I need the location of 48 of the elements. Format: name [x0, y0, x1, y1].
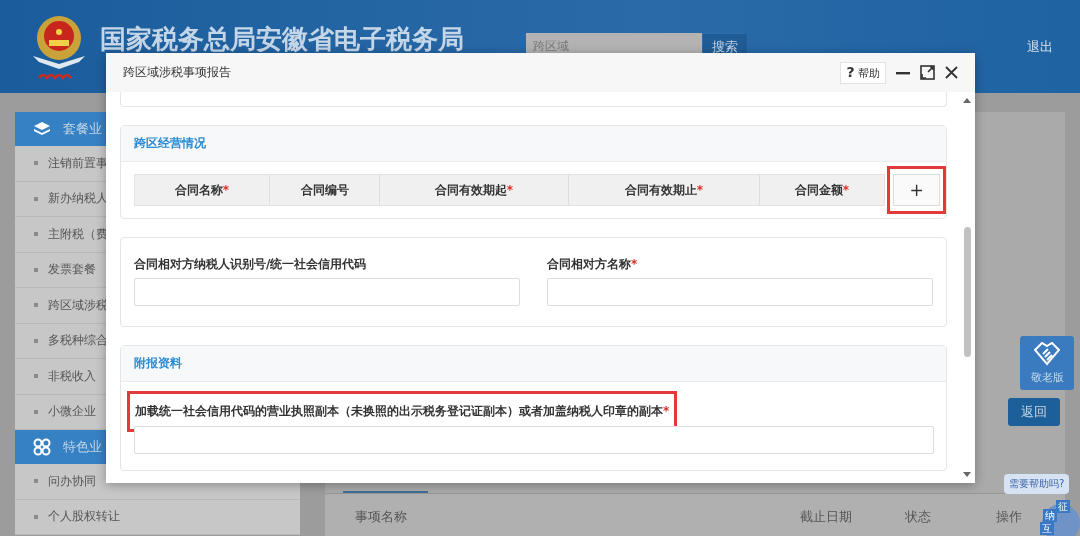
- sidebar-item[interactable]: 个人股权转让: [15, 499, 300, 535]
- handshake-icon: [1034, 341, 1060, 366]
- field-label: 合同相对方名称*: [547, 256, 639, 272]
- column-header: 合同名称*: [135, 175, 270, 205]
- assistant-badge: 纳: [1043, 509, 1057, 522]
- logout-link[interactable]: 退出: [1027, 37, 1053, 56]
- input-field[interactable]: [134, 426, 934, 454]
- site-title: 国家税务总局安徽省电子税务局: [100, 23, 464, 56]
- bullet-icon: [34, 232, 38, 237]
- column-header: 合同有效期止*: [569, 175, 760, 205]
- group-title: 套餐业: [63, 120, 102, 138]
- group-title: 特色业: [63, 438, 102, 456]
- bullet-icon: [34, 161, 38, 166]
- bullet-icon: [34, 303, 38, 308]
- column-header: 事项名称: [355, 508, 407, 526]
- add-button[interactable]: +: [893, 174, 940, 206]
- bullet-icon: [34, 374, 38, 379]
- field-label: 合同相对方纳税人识别号/统一社会信用代码: [134, 256, 368, 272]
- help-button[interactable]: ? 帮助: [840, 61, 886, 84]
- column-header: 操作: [996, 508, 1022, 526]
- column-header: 合同有效期起*: [380, 175, 569, 205]
- scroll-thumb[interactable]: [963, 227, 971, 357]
- section-title: 附报资料: [134, 355, 182, 372]
- column-header: 合同金额*: [793, 181, 851, 199]
- bullet-icon: [34, 479, 38, 484]
- bullet-icon: [34, 267, 38, 272]
- help-bubble[interactable]: 需要帮助吗?: [1004, 474, 1070, 494]
- elder-mode-button[interactable]: 敬老版: [1020, 336, 1074, 390]
- clover-icon: [33, 438, 51, 456]
- close-icon[interactable]: [945, 66, 958, 79]
- maximize-icon[interactable]: [920, 65, 935, 80]
- column-header: 截止日期: [800, 508, 852, 526]
- dialog-title: 跨区域涉税事项报告: [123, 64, 231, 81]
- section-title: 跨区经营情况: [134, 135, 206, 152]
- scroll-down-icon[interactable]: [963, 472, 971, 477]
- column-header: 状态: [905, 508, 931, 526]
- assistant-badge: 征: [1056, 500, 1070, 513]
- bullet-icon: [34, 409, 38, 414]
- assistant-badge: 互: [1040, 522, 1054, 535]
- input-field[interactable]: [547, 278, 933, 306]
- back-button[interactable]: 返回: [1008, 398, 1060, 426]
- input-field[interactable]: [134, 278, 520, 306]
- layers-icon: [33, 121, 51, 137]
- bullet-icon: [34, 196, 38, 201]
- bullet-icon: [34, 514, 38, 519]
- column-header: 合同编号: [270, 175, 380, 205]
- bullet-icon: [34, 338, 38, 343]
- scroll-up-icon[interactable]: [963, 98, 971, 103]
